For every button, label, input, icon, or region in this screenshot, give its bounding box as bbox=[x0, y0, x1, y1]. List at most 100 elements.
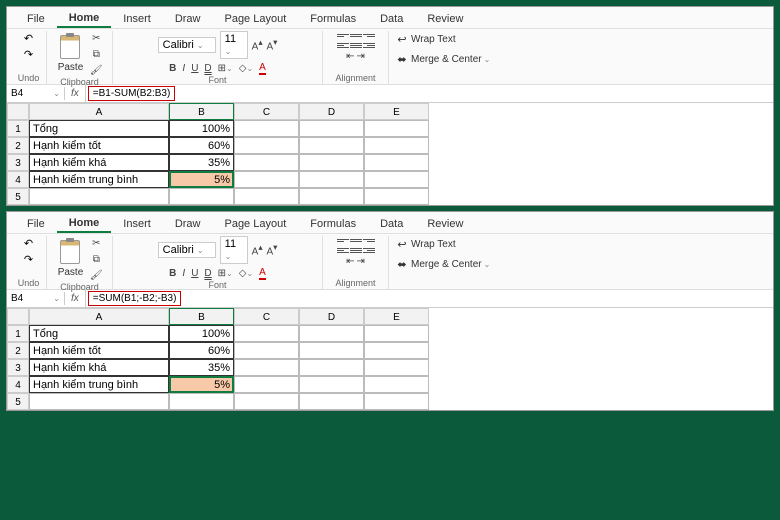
spreadsheet-grid[interactable]: 1 2 3 4 5 A B C D E Tổng100% Hạnh kiểm t… bbox=[7, 103, 773, 205]
tab-insert[interactable]: Insert bbox=[111, 11, 163, 27]
row-head[interactable]: 3 bbox=[7, 359, 29, 376]
italic-icon[interactable]: I bbox=[182, 268, 185, 279]
increase-font-icon[interactable]: A▴ bbox=[252, 37, 263, 52]
col-head[interactable]: E bbox=[364, 308, 429, 325]
double-underline-icon[interactable]: D bbox=[204, 268, 211, 279]
cell[interactable]: Hạnh kiểm tốt bbox=[29, 342, 169, 359]
cell[interactable] bbox=[364, 120, 429, 137]
bold-icon[interactable]: B bbox=[169, 63, 176, 74]
tab-file[interactable]: File bbox=[15, 11, 57, 27]
cell[interactable] bbox=[299, 188, 364, 205]
cell[interactable] bbox=[364, 171, 429, 188]
cell[interactable]: Hạnh kiểm trung bình bbox=[29, 376, 169, 393]
copy-icon[interactable]: ⧉ bbox=[89, 47, 103, 61]
col-head[interactable]: C bbox=[234, 308, 299, 325]
cell-selected[interactable]: 5% bbox=[169, 171, 234, 188]
cell[interactable] bbox=[299, 359, 364, 376]
cell[interactable] bbox=[169, 393, 234, 410]
cell[interactable] bbox=[364, 393, 429, 410]
double-underline-icon[interactable]: D bbox=[204, 63, 211, 74]
cell[interactable] bbox=[364, 376, 429, 393]
select-all-corner[interactable] bbox=[7, 103, 29, 120]
tab-page-layout[interactable]: Page Layout bbox=[212, 216, 298, 232]
wrap-text-button[interactable]: ↩Wrap Text bbox=[393, 31, 458, 47]
fx-label[interactable]: fx bbox=[65, 290, 86, 307]
tab-draw[interactable]: Draw bbox=[163, 216, 213, 232]
valign-icons[interactable] bbox=[337, 31, 375, 39]
format-painter-icon[interactable]: 🖌 bbox=[89, 268, 103, 282]
halign-icons[interactable] bbox=[337, 41, 375, 49]
cell[interactable] bbox=[234, 120, 299, 137]
paste-icon[interactable] bbox=[60, 240, 80, 264]
cell[interactable] bbox=[299, 376, 364, 393]
name-box[interactable]: B4⌄ bbox=[7, 292, 65, 305]
cell[interactable] bbox=[364, 188, 429, 205]
font-name-select[interactable]: Calibri ⌄ bbox=[158, 37, 216, 53]
merge-center-button[interactable]: ⬌Merge & Center⌄ bbox=[393, 51, 492, 67]
decrease-indent-icon[interactable]: ⇤ bbox=[346, 51, 354, 62]
cell[interactable] bbox=[234, 325, 299, 342]
cell[interactable] bbox=[234, 154, 299, 171]
redo-icon[interactable]: ↷ bbox=[22, 252, 36, 266]
row-head[interactable]: 1 bbox=[7, 120, 29, 137]
cell[interactable] bbox=[234, 376, 299, 393]
tab-formulas[interactable]: Formulas bbox=[298, 11, 368, 27]
border-icon[interactable]: ⊞⌄ bbox=[218, 63, 233, 74]
col-head[interactable]: B bbox=[169, 103, 234, 120]
tab-review[interactable]: Review bbox=[415, 216, 475, 232]
font-color-icon[interactable]: A bbox=[259, 267, 266, 280]
cut-icon[interactable]: ✂ bbox=[89, 236, 103, 250]
row-head[interactable]: 4 bbox=[7, 171, 29, 188]
col-head[interactable]: A bbox=[29, 103, 169, 120]
underline-icon[interactable]: U bbox=[191, 268, 198, 279]
cell[interactable] bbox=[299, 325, 364, 342]
cell[interactable] bbox=[234, 188, 299, 205]
paste-button[interactable]: Paste bbox=[56, 266, 86, 279]
increase-font-icon[interactable]: A▴ bbox=[252, 242, 263, 257]
copy-icon[interactable]: ⧉ bbox=[89, 252, 103, 266]
redo-icon[interactable]: ↷ bbox=[22, 47, 36, 61]
fill-color-icon[interactable]: ◇⌄ bbox=[239, 268, 253, 279]
merge-center-button[interactable]: ⬌Merge & Center⌄ bbox=[393, 256, 492, 272]
font-size-select[interactable]: 11 ⌄ bbox=[220, 236, 248, 264]
tab-home[interactable]: Home bbox=[57, 215, 112, 233]
font-size-select[interactable]: 11 ⌄ bbox=[220, 31, 248, 59]
tab-file[interactable]: File bbox=[15, 216, 57, 232]
col-head[interactable]: B bbox=[169, 308, 234, 325]
select-all-corner[interactable] bbox=[7, 308, 29, 325]
col-head[interactable]: A bbox=[29, 308, 169, 325]
cell[interactable]: Hạnh kiểm tốt bbox=[29, 137, 169, 154]
increase-indent-icon[interactable]: ⇥ bbox=[357, 256, 365, 267]
cell[interactable] bbox=[234, 342, 299, 359]
row-head[interactable]: 2 bbox=[7, 342, 29, 359]
cell[interactable] bbox=[234, 137, 299, 154]
cell[interactable] bbox=[299, 137, 364, 154]
formula-input[interactable]: =SUM(B1;-B2;-B3) bbox=[88, 291, 182, 306]
cell[interactable]: Tổng bbox=[29, 120, 169, 137]
cell[interactable] bbox=[299, 120, 364, 137]
decrease-font-icon[interactable]: A▾ bbox=[267, 242, 278, 257]
wrap-text-button[interactable]: ↩Wrap Text bbox=[393, 236, 458, 252]
cell[interactable] bbox=[169, 188, 234, 205]
cell[interactable]: 100% bbox=[169, 120, 234, 137]
tab-data[interactable]: Data bbox=[368, 11, 415, 27]
row-head[interactable]: 4 bbox=[7, 376, 29, 393]
cell[interactable] bbox=[364, 359, 429, 376]
cell-selected[interactable]: 5% bbox=[169, 376, 234, 393]
cell[interactable] bbox=[299, 171, 364, 188]
cell[interactable]: Hạnh kiểm trung bình bbox=[29, 171, 169, 188]
cell[interactable] bbox=[364, 325, 429, 342]
undo-icon[interactable]: ↶ bbox=[22, 236, 36, 250]
col-head[interactable]: C bbox=[234, 103, 299, 120]
cell[interactable]: 35% bbox=[169, 359, 234, 376]
italic-icon[interactable]: I bbox=[182, 63, 185, 74]
spreadsheet-grid[interactable]: 1 2 3 4 5 A B C D E Tổng100% Hạnh kiểm t… bbox=[7, 308, 773, 410]
cell[interactable] bbox=[299, 393, 364, 410]
tab-data[interactable]: Data bbox=[368, 216, 415, 232]
paste-icon[interactable] bbox=[60, 35, 80, 59]
fill-color-icon[interactable]: ◇⌄ bbox=[239, 63, 253, 74]
cell[interactable] bbox=[299, 342, 364, 359]
row-head[interactable]: 5 bbox=[7, 188, 29, 205]
format-painter-icon[interactable]: 🖌 bbox=[89, 63, 103, 77]
row-head[interactable]: 5 bbox=[7, 393, 29, 410]
